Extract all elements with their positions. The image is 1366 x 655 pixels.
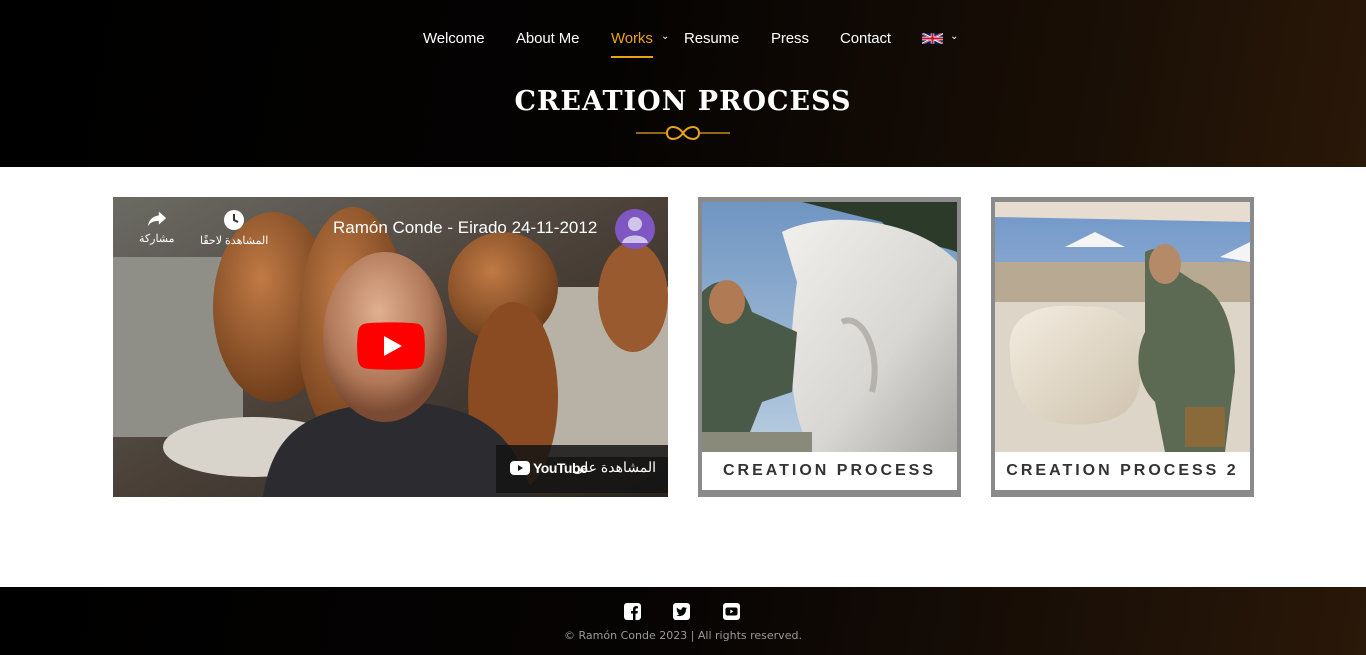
- site-header: Welcome About Me Works ⌄ Resume Press Co…: [0, 0, 1366, 167]
- facebook-icon[interactable]: [624, 603, 641, 620]
- clock-icon: [224, 210, 245, 230]
- share-icon: [147, 211, 166, 227]
- infinity-ornament-icon: [636, 126, 730, 140]
- sculpture-photo-2: [995, 202, 1250, 452]
- card-image[interactable]: [995, 202, 1250, 452]
- nav-item-press[interactable]: Press: [771, 29, 809, 59]
- nav-item-welcome[interactable]: Welcome: [423, 29, 485, 59]
- sculpture-photo-1: [702, 202, 957, 452]
- twitter-icon[interactable]: [673, 603, 690, 620]
- watch-later-label: المشاهدة لاحقًا: [200, 235, 269, 247]
- page-title: CREATION PROCESS: [514, 86, 852, 117]
- play-button-icon[interactable]: [357, 322, 425, 370]
- gallery-card-creation-process-2[interactable]: CREATION PROCESS 2: [991, 197, 1254, 497]
- nav-item-works[interactable]: Works: [611, 29, 653, 59]
- video-title[interactable]: Ramón Conde - Eirado 24-11-2012: [333, 218, 597, 238]
- language-chevron-down-icon[interactable]: ⌄: [950, 31, 958, 42]
- nav-item-contact[interactable]: Contact: [840, 29, 891, 59]
- youtube-wordmark: YouTube: [533, 460, 588, 476]
- share-label: مشاركة: [139, 233, 175, 245]
- uk-flag-icon[interactable]: [922, 31, 943, 46]
- share-button[interactable]: مشاركة: [139, 209, 175, 245]
- nav-item-resume[interactable]: Resume: [684, 29, 739, 59]
- youtube-logo-icon: [510, 461, 530, 475]
- watch-later-button[interactable]: المشاهدة لاحقًا: [200, 209, 268, 247]
- nav-item-about-me[interactable]: About Me: [516, 29, 580, 59]
- watch-on-youtube-button[interactable]: المشاهدة على YouTube: [496, 445, 668, 493]
- gallery-card-creation-process[interactable]: CREATION PROCESS: [698, 197, 961, 497]
- user-avatar-icon: [622, 217, 648, 243]
- youtube-icon[interactable]: [723, 603, 740, 620]
- chevron-down-icon[interactable]: ⌄: [661, 31, 669, 42]
- main-nav: Welcome About Me Works ⌄ Resume Press Co…: [0, 29, 1366, 59]
- copyright-text: © Ramón Conde 2023 | All rights reserved…: [564, 629, 802, 642]
- channel-avatar[interactable]: [615, 209, 655, 249]
- card-label[interactable]: CREATION PROCESS: [702, 452, 957, 490]
- card-label[interactable]: CREATION PROCESS 2: [995, 452, 1250, 490]
- card-image[interactable]: [702, 202, 957, 452]
- video-embed[interactable]: مشاركة المشاهدة لاحقًا Ramón Conde - Eir…: [113, 197, 668, 497]
- site-footer: © Ramón Conde 2023 | All rights reserved…: [0, 587, 1366, 655]
